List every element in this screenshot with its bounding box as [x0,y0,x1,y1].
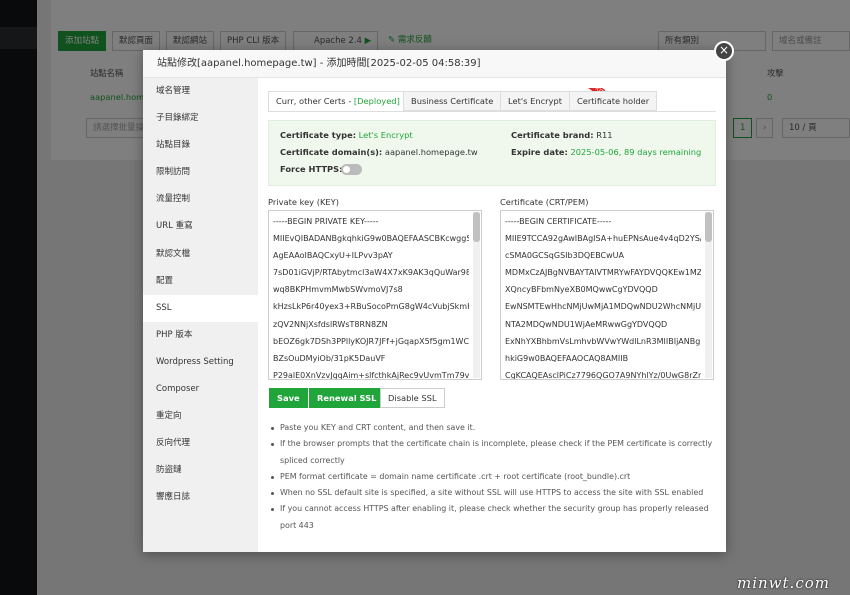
cert-type-label: Certificate type: [280,130,357,140]
certificate-label: Certificate (CRT/PEM) [500,197,589,207]
cert-brand-value: R11 [596,130,613,140]
sidebar-item[interactable]: 反向代理 [143,430,258,457]
text-line: wq8BKPHmvmMwbSWvmoVJ7s8 [273,285,403,295]
text-line: MIIE9TCCA92gAwIBAgISA+huEPNsAue4v4qD2YS/… [505,234,701,244]
text-line: MIIEvQIBADANBgkqhkiG9w0BAQEFAASCBKcwggSj [273,234,469,244]
text-line: MDMxCzAJBgNVBAYTAlVTMRYwFAYDVQQKEw1MZ [505,268,701,278]
ssl-content: Curr, other Certs - [Deployed] Business … [258,78,726,552]
private-key-content: -----BEGIN PRIVATE KEY----- MIIEvQIBADANB… [273,213,469,380]
force-https-label: Force HTTPS: [280,164,343,174]
private-key-textarea[interactable]: -----BEGIN PRIVATE KEY----- MIIEvQIBADANB… [268,210,482,380]
sidebar-item[interactable]: SSL [143,294,258,322]
sidebar-item[interactable]: 流量控制 [143,186,258,213]
sidebar-item[interactable]: Composer [143,376,258,403]
tab-business-certificate[interactable]: Business Certificate [403,91,502,111]
tip-item: PEM format certificate = domain name cer… [270,469,716,485]
tab-current-certs-label: Curr, other Certs - [276,96,354,106]
sidebar-item[interactable]: 響應日誌 [143,484,258,511]
cert-expire-value: 2025-05-06, 89 days remaining [570,147,702,157]
private-key-label: Private key (KEY) [268,197,339,207]
text-line: kHzsLkP6r40yex3+RBuSocoPmG8gW4cVubjSkmKY [273,302,469,312]
text-line: bEOZ6gk7DSh3PPllyKOJR7JFf+jGqapX5f5gm1WC… [273,336,469,346]
cert-brand-label: Certificate brand: [511,130,594,140]
save-button[interactable]: Save [269,388,308,408]
disable-ssl-button[interactable]: Disable SSL [380,388,445,408]
tip-item: Paste you KEY and CRT content, and then … [270,420,716,436]
text-line: hkiG9w0BAQEFAAOCAQ8AMIIB [505,353,629,363]
text-line: cSMA0GCSqGSIb3DQEBCwUA [505,251,625,261]
text-line: ExNhYXBhbmVsLmhvbWVwYWdlLnR3MIIBIjANBgkq [505,336,701,346]
sidebar-item[interactable]: 子目錄綁定 [143,105,258,132]
text-line: AgEAAoIBAQCxyU+ILPvv3pAY [273,251,393,261]
sidebar-item[interactable]: 防盜鏈 [143,457,258,484]
cert-domain: Certificate domain(s): aapanel.homepage.… [280,147,478,157]
certificate-info-panel: Certificate type: Let's Encrypt Certific… [268,120,716,186]
tab-current-certs[interactable]: Curr, other Certs - [Deployed] [268,91,408,112]
tab-certificate-holder[interactable]: Certificate holder [569,91,658,111]
ssl-tips-list: Paste you KEY and CRT content, and then … [270,420,716,534]
cert-brand: Certificate brand: R11 [511,130,613,140]
tab-divider [268,111,716,112]
text-line: BZsOuDMyiOb/31pK5DauVF [273,353,386,363]
force-https-toggle[interactable] [341,164,362,175]
text-line: 7sD01iGVjP/RTAbytmcl3aW4X7xK9AK3qQuWar98… [273,268,469,278]
text-line: XQncyBFbmNyeXB0MQwwCgYDVQQD [505,285,658,295]
sidebar-item[interactable]: Wordpress Setting [143,349,258,376]
sidebar-item[interactable]: URL 重寫 [143,213,258,240]
scrollbar-thumb[interactable] [705,212,712,242]
text-line: P29alE0XnVzvJgqAim+slfcthkAjRec9vUvmTm79… [273,370,469,380]
dialog-sidebar: 域名管理 子目錄綁定 站點目錄 限制訪問 流量控制 URL 重寫 默認文檔 配置 SSL PHP … [143,78,258,552]
sidebar-item[interactable]: PHP 版本 [143,322,258,349]
deployed-status: [Deployed] [353,96,400,106]
tip-item: If the browser prompts that the certific… [270,436,716,469]
sidebar-item[interactable]: 域名管理 [143,78,258,105]
certificate-scrollbar[interactable] [705,212,712,378]
tip-item: When no SSL default site is specified, a… [270,485,716,501]
cert-domain-label: Certificate domain(s): [280,147,383,157]
private-key-scrollbar[interactable] [473,212,480,378]
cert-type: Certificate type: Let's Encrypt [280,130,413,140]
tab-lets-encrypt[interactable]: Let's Encrypt [500,91,570,111]
watermark: minwt.com [737,574,830,592]
text-line: EwNSMTEwHhcNMjUwMjA1MDQwNDU2WhcNMjUw [505,302,701,312]
text-line: CgKCAQEAsclPiCz7796QGO7A9NYhlYz/0UwG8rZn [505,370,701,380]
toggle-knob [343,166,350,173]
tip-item: If you cannot access HTTPS after enablin… [270,501,716,534]
cert-domain-value: aapanel.homepage.tw [384,147,478,157]
text-line: zQV2NNjXsfdslRWsT8RN8ZN [273,319,388,329]
renewal-ssl-button[interactable]: Renewal SSL [309,388,385,408]
scrollbar-thumb[interactable] [473,212,480,242]
certificate-textarea[interactable]: -----BEGIN CERTIFICATE----- MIIE9TCCA92gA… [500,210,714,380]
site-edit-dialog: 站點修改[aapanel.homepage.tw] - 添加時間[2025-02… [143,50,726,552]
text-line: -----BEGIN CERTIFICATE----- [505,217,612,226]
certificate-content: -----BEGIN CERTIFICATE----- MIIE9TCCA92gA… [505,213,701,380]
cert-expire-label: Expire date: [511,147,568,157]
sidebar-item[interactable]: 站點目錄 [143,132,258,159]
text-line: NTA2MDQwNDU1WjAeMRwwGgYDVQQD [505,319,668,329]
text-line: -----BEGIN PRIVATE KEY----- [273,217,379,226]
sidebar-item[interactable]: 重定向 [143,403,258,430]
sidebar-item[interactable]: 限制訪問 [143,159,258,186]
cert-expire: Expire date: 2025-05-06, 89 days remaini… [511,147,701,157]
dialog-title: 站點修改[aapanel.homepage.tw] - 添加時間[2025-02… [143,50,726,78]
close-icon[interactable]: × [714,41,734,61]
sidebar-item[interactable]: 配置 [143,268,258,295]
sidebar-item[interactable]: 默認文檔 [143,241,258,268]
cert-type-value: Let's Encrypt [358,130,413,140]
